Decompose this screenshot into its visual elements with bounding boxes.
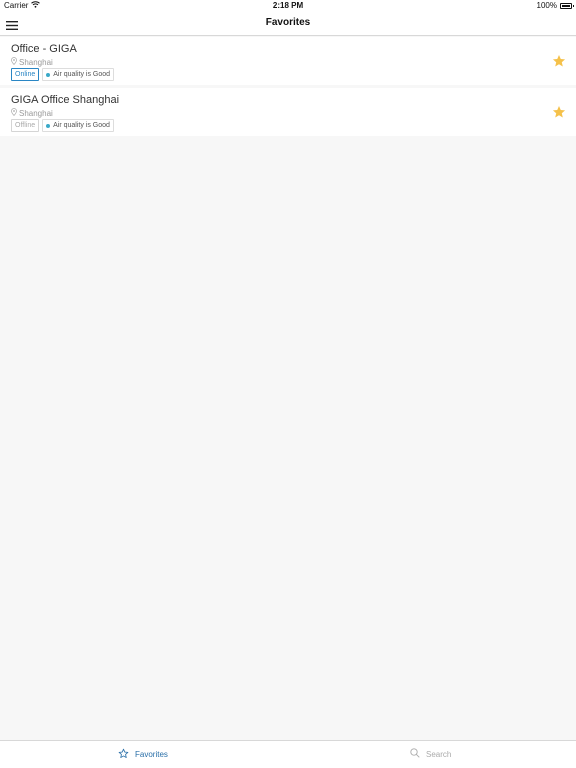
device-name: Office - GIGA: [11, 43, 77, 55]
nav-bar: Favorites: [0, 12, 576, 36]
location-pin-icon: [11, 57, 17, 67]
air-quality-label: Air quality is Good: [53, 122, 110, 129]
status-time: 2:18 PM: [272, 1, 304, 10]
tab-search[interactable]: Search: [410, 748, 451, 760]
device-tags: Offline Air quality is Good: [11, 119, 114, 132]
location-label: Shanghai: [19, 57, 53, 67]
favorite-item[interactable]: Office - GIGA Shanghai Online Air qualit…: [0, 37, 576, 85]
air-quality-badge: Air quality is Good: [42, 68, 115, 81]
air-quality-label: Air quality is Good: [53, 71, 111, 78]
page-title: Favorites: [265, 17, 311, 28]
status-badge: Online: [11, 68, 40, 81]
air-quality-badge: Air quality is Good: [42, 119, 114, 132]
status-bar: Carrier 2:18 PM 100%: [0, 0, 576, 12]
tab-bar: Favorites Search: [0, 740, 576, 768]
status-badge: Offline: [11, 119, 40, 132]
battery-icon: [560, 2, 574, 9]
star-outline-icon: [118, 748, 129, 761]
star-icon[interactable]: [552, 105, 566, 119]
air-quality-dot-icon: [46, 123, 51, 128]
search-icon: [410, 748, 420, 760]
favorites-list: Office - GIGA Shanghai Online Air qualit…: [0, 37, 576, 139]
app-screen: Carrier 2:18 PM 100% Favorites Office - …: [0, 0, 576, 768]
device-location: Shanghai: [11, 108, 53, 118]
tab-search-label: Search: [426, 749, 452, 759]
device-name: GIGA Office Shanghai: [11, 94, 120, 106]
tab-favorites-label: Favorites: [135, 750, 168, 759]
tab-favorites[interactable]: Favorites: [118, 748, 168, 761]
location-label: Shanghai: [19, 108, 53, 118]
device-location: Shanghai: [11, 57, 53, 67]
location-pin-icon: [11, 108, 17, 118]
air-quality-dot-icon: [46, 72, 51, 77]
device-tags: Online Air quality is Good: [11, 68, 115, 81]
favorite-item[interactable]: GIGA Office Shanghai Shanghai Offline Ai…: [0, 88, 576, 136]
battery-percent: 100%: [536, 1, 557, 10]
star-icon[interactable]: [552, 54, 566, 68]
status-battery-group: 100%: [536, 1, 574, 10]
